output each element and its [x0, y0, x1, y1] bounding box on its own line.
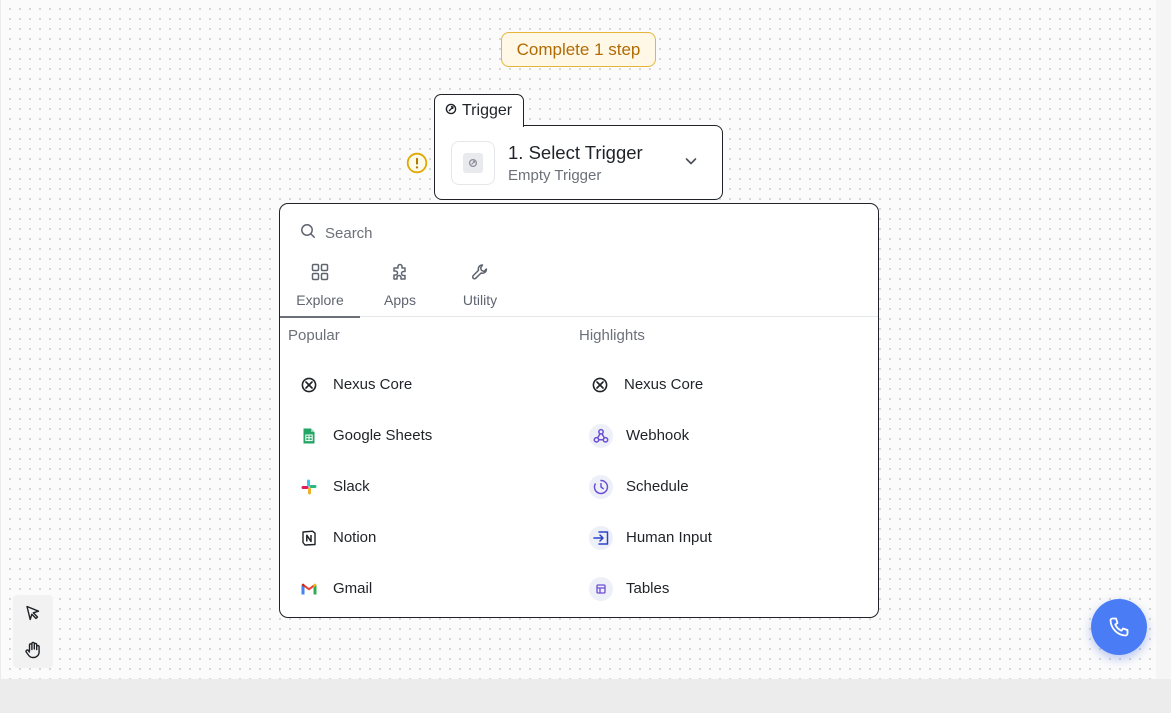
step-icon: [451, 140, 495, 185]
schedule-icon: [589, 474, 613, 499]
grid-icon: [310, 262, 330, 285]
select-trigger-step[interactable]: 1. Select Trigger Empty Trigger: [434, 125, 723, 200]
popular-column: Popular Nexus Core Google Sheets Slack N…: [288, 327, 578, 614]
item-label: Google Sheets: [333, 427, 433, 444]
slack-icon: [298, 476, 320, 498]
tab-explore[interactable]: Explore: [280, 254, 360, 318]
list-item-nexus-core-highlight[interactable]: Nexus Core: [579, 359, 869, 410]
complete-steps-badge: Complete 1 step: [501, 32, 656, 67]
gmail-icon: [298, 578, 320, 600]
trigger-tab-label: Trigger: [462, 102, 513, 119]
item-label: Webhook: [626, 427, 690, 444]
item-label: Slack: [333, 478, 370, 495]
list-item-human-input[interactable]: Human Input: [579, 512, 869, 563]
list-item-google-sheets[interactable]: Google Sheets: [288, 410, 578, 461]
trigger-tab: Trigger: [434, 94, 524, 127]
call-button[interactable]: [1091, 599, 1147, 655]
search-icon: [300, 223, 316, 244]
canvas-tools: [13, 595, 53, 668]
nexus-core-icon: [589, 374, 611, 396]
item-label: Gmail: [333, 580, 373, 597]
tab-apps[interactable]: Apps: [360, 254, 440, 317]
list-item-notion[interactable]: Notion: [288, 512, 578, 563]
tab-apps-label: Apps: [384, 292, 416, 308]
item-label: Nexus Core: [333, 376, 413, 393]
trigger-icon: [445, 102, 457, 120]
trigger-subtitle: Empty Trigger: [508, 166, 602, 184]
popular-heading: Popular: [288, 327, 340, 344]
pointer-tool[interactable]: [18, 598, 48, 628]
item-label: Schedule: [626, 478, 689, 495]
tab-explore-label: Explore: [296, 292, 344, 308]
highlights-heading: Highlights: [579, 327, 645, 344]
category-tabs: Explore Apps Utility: [280, 254, 878, 318]
nexus-core-icon: [298, 374, 320, 396]
item-label: Human Input: [626, 529, 712, 546]
item-label: Nexus Core: [624, 376, 704, 393]
hand-tool[interactable]: [18, 635, 48, 665]
cursor-icon: [26, 606, 40, 621]
tables-icon: [589, 576, 613, 601]
search-bar[interactable]: [300, 221, 860, 245]
list-item-slack[interactable]: Slack: [288, 461, 578, 512]
item-label: Notion: [333, 529, 377, 546]
webhook-icon: [589, 423, 613, 448]
tab-utility-label: Utility: [462, 292, 498, 308]
puzzle-icon: [390, 262, 410, 285]
warning-icon: [406, 152, 428, 174]
item-label: Tables: [626, 580, 670, 597]
tab-utility[interactable]: Utility: [440, 254, 520, 317]
canvas-right-edge: [1156, 0, 1171, 679]
empty-trigger-icon: [468, 158, 478, 167]
chevron-down-icon[interactable]: [684, 154, 698, 173]
trigger-title: 1. Select Trigger: [508, 141, 643, 163]
list-item-tables[interactable]: Tables: [579, 563, 869, 614]
trigger-picker-popup: Explore Apps Utility Popular Nexus Core: [279, 203, 879, 618]
google-sheets-icon: [298, 425, 320, 447]
list-item-schedule[interactable]: Schedule: [579, 461, 869, 512]
wrench-icon: [470, 262, 490, 285]
hand-icon: [25, 641, 40, 658]
list-item-nexus-core[interactable]: Nexus Core: [288, 359, 578, 410]
list-item-webhook[interactable]: Webhook: [579, 410, 869, 461]
highlights-column: Highlights Nexus Core Webhook Schedule H…: [579, 327, 869, 614]
search-input[interactable]: [325, 224, 825, 242]
notion-icon: [298, 527, 320, 549]
list-item-gmail[interactable]: Gmail: [288, 563, 578, 614]
phone-icon: [1109, 617, 1129, 637]
human-input-icon: [589, 525, 613, 550]
